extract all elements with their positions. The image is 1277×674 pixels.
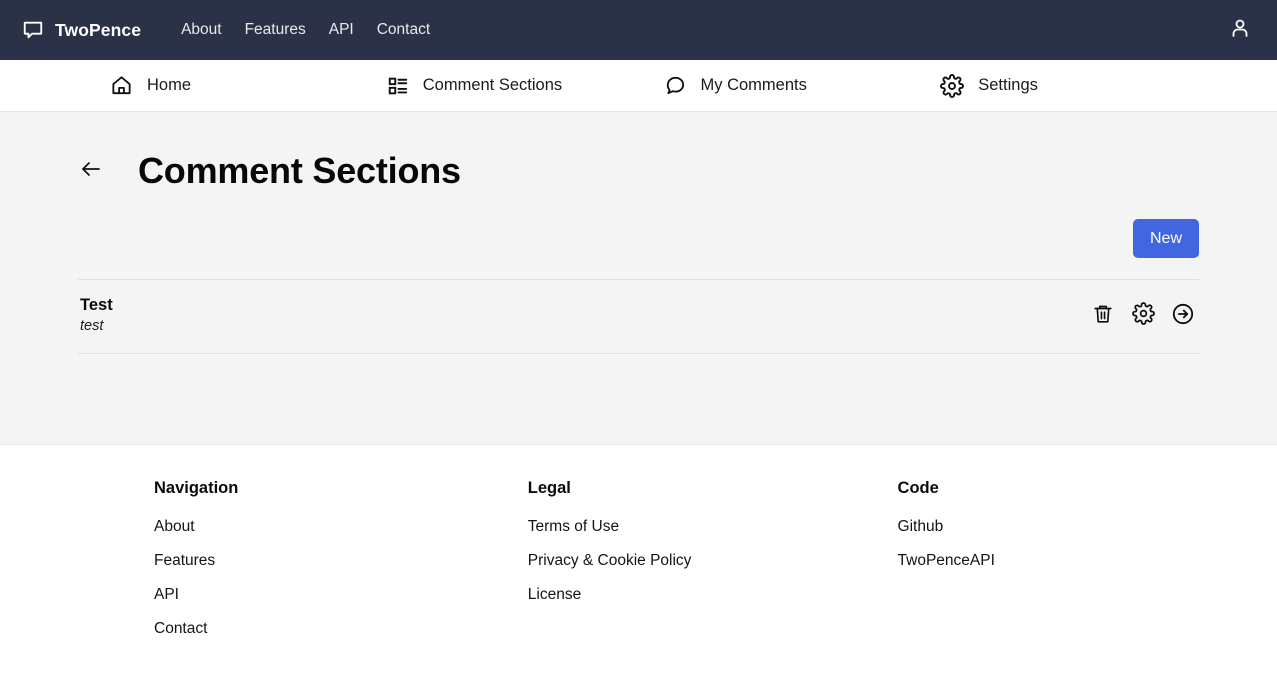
speech-bubble-icon — [22, 19, 44, 41]
top-nav-link-features[interactable]: Features — [245, 21, 306, 39]
subnav-label-comment-sections: Comment Sections — [422, 76, 563, 94]
row-text: Test test — [80, 294, 113, 338]
gear-icon — [940, 73, 965, 98]
open-section-button[interactable] — [1169, 302, 1197, 330]
subnav-item-my-comments[interactable]: My Comments — [664, 74, 941, 97]
delete-button[interactable] — [1089, 302, 1117, 330]
top-navigation-bar: TwoPence About Features API Contact — [0, 0, 1277, 60]
footer-column-code: Code Github TwoPenceAPI — [826, 479, 1199, 654]
top-nav-links: About Features API Contact — [181, 21, 430, 39]
list-layout-icon — [387, 75, 409, 97]
footer: Navigation About Features API Contact Le… — [0, 445, 1277, 674]
copyright-text: © 2021 Ben Ryder — [78, 654, 1199, 674]
account-button[interactable] — [1226, 16, 1254, 44]
footer-column-navigation: Navigation About Features API Contact — [78, 479, 452, 654]
table-row[interactable]: Test test — [78, 280, 1199, 355]
page-header: Comment Sections — [78, 112, 1199, 192]
arrow-right-circle-icon — [1171, 302, 1195, 331]
top-nav-link-api[interactable]: API — [329, 21, 354, 39]
row-actions — [1089, 302, 1197, 330]
actions-row: New — [78, 219, 1199, 259]
footer-link-github[interactable]: Github — [898, 518, 944, 536]
footer-link-about[interactable]: About — [154, 518, 195, 536]
subnav-item-home[interactable]: Home — [110, 74, 387, 97]
secondary-navigation-bar: Home Comment Sections My Comments Settin… — [0, 60, 1277, 112]
row-title: Test — [80, 296, 113, 315]
footer-link-contact[interactable]: Contact — [154, 620, 207, 638]
subnav-item-comment-sections[interactable]: Comment Sections — [387, 75, 664, 97]
main-content: Comment Sections New Test test — [0, 112, 1277, 445]
new-button[interactable]: New — [1132, 219, 1199, 259]
footer-link-twopenceapi[interactable]: TwoPenceAPI — [898, 552, 995, 570]
footer-link-terms-of-use[interactable]: Terms of Use — [528, 518, 619, 536]
subnav-item-settings[interactable]: Settings — [940, 73, 1217, 98]
comment-sections-list: Test test — [78, 279, 1199, 355]
row-subtitle: test — [80, 318, 104, 335]
brand-logo[interactable]: TwoPence — [22, 19, 141, 41]
speech-bubble-icon — [664, 74, 687, 97]
footer-column-title: Legal — [527, 479, 571, 497]
back-button[interactable] — [78, 158, 104, 184]
footer-link-license[interactable]: License — [528, 586, 581, 604]
top-nav-link-about[interactable]: About — [181, 21, 222, 39]
row-settings-button[interactable] — [1129, 302, 1157, 330]
page-title: Comment Sections — [138, 150, 461, 191]
arrow-left-icon — [79, 157, 103, 186]
brand-name: TwoPence — [55, 19, 142, 40]
trash-icon — [1092, 303, 1114, 330]
subnav-label-settings: Settings — [978, 76, 1038, 94]
subnav-label-home: Home — [147, 76, 192, 94]
subnav-label-my-comments: My Comments — [700, 76, 807, 94]
footer-column-legal: Legal Terms of Use Privacy & Cookie Poli… — [452, 479, 826, 654]
footer-column-title: Code — [897, 479, 939, 497]
footer-link-privacy-cookie-policy[interactable]: Privacy & Cookie Policy — [528, 552, 692, 570]
footer-columns: Navigation About Features API Contact Le… — [78, 479, 1199, 654]
footer-link-features[interactable]: Features — [154, 552, 215, 570]
person-icon — [1228, 16, 1252, 45]
gear-icon — [1131, 302, 1155, 330]
footer-link-api[interactable]: API — [154, 586, 179, 604]
footer-column-title: Navigation — [154, 479, 239, 497]
top-nav-link-contact[interactable]: Contact — [377, 21, 430, 39]
home-icon — [110, 74, 133, 97]
